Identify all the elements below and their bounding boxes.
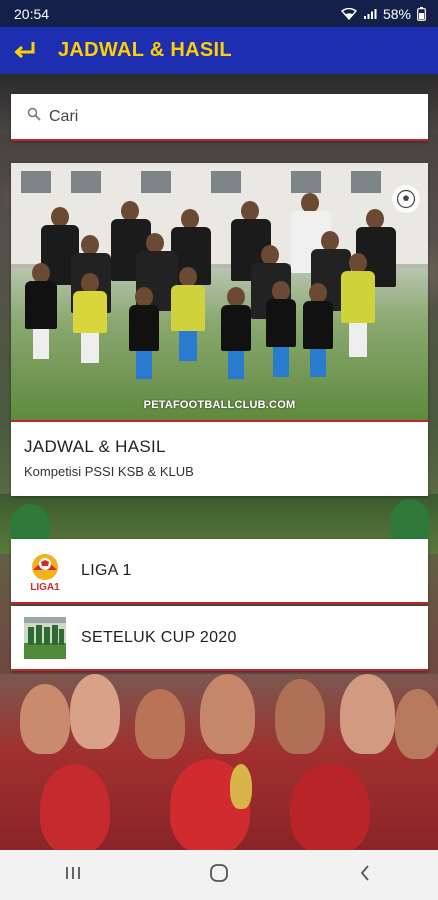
wifi-icon [340,7,357,20]
page-title: JADWAL & HASIL [58,39,232,61]
team-photo: PETAFOOTBALLCLUB.COM [11,163,428,422]
photo-watermark: PETAFOOTBALLCLUB.COM [143,399,296,411]
competition-item-liga1[interactable]: LIGA1 LIGA 1 [11,539,428,604]
search-input[interactable] [49,107,389,126]
home-button[interactable] [189,855,249,895]
search-bar[interactable] [11,94,428,141]
signal-icon [363,8,377,20]
seteluk-cup-thumbnail [24,616,66,659]
schedule-results-card[interactable]: PETAFOOTBALLCLUB.COM JADWAL & HASIL Komp… [11,163,428,496]
battery-percent: 58% [382,5,411,22]
card-title: JADWAL & HASIL [24,437,166,456]
status-time: 20:54 [14,5,50,22]
competition-item-seteluk-cup[interactable]: SETELUK CUP 2020 [11,606,428,671]
back-arrow-icon [13,38,37,63]
status-icons: 58% [340,5,426,22]
search-icon [27,107,41,126]
nav-back-icon [359,864,371,887]
recents-button[interactable] [43,855,103,895]
liga1-logo-text: LIGA1 [30,582,60,592]
competition-label: SETELUK CUP 2020 [81,628,237,646]
recents-icon [64,865,82,886]
liga1-logo: LIGA1 [24,550,66,592]
nav-back-button[interactable] [335,855,395,895]
app-bar: JADWAL & HASIL [0,27,438,74]
football-icon [392,185,420,213]
competition-label: LIGA 1 [81,561,132,579]
card-subtitle: Kompetisi PSSI KSB & KLUB [24,464,194,479]
battery-icon [417,6,426,21]
status-bar: 20:54 58% [0,0,438,27]
home-icon [209,863,229,888]
back-button[interactable] [10,36,40,66]
system-nav-bar [0,850,438,900]
